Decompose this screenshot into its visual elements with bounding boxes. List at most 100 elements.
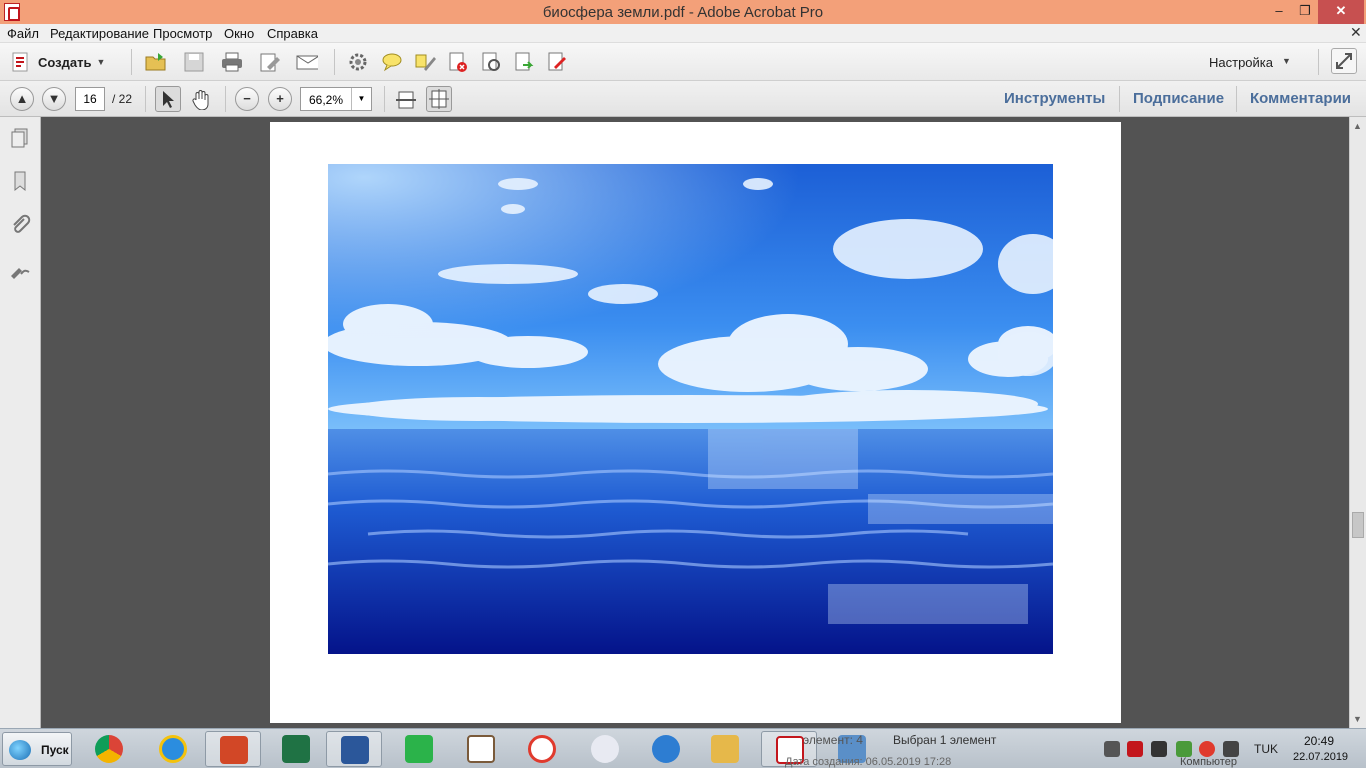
print-icon[interactable]: [220, 51, 242, 73]
chevron-down-icon[interactable]: ▼: [1282, 56, 1291, 66]
attachment-icon[interactable]: [9, 214, 31, 236]
scroll-up-icon[interactable]: ▲: [1353, 121, 1362, 131]
toolbar-divider: [384, 86, 385, 112]
vertical-scrollbar[interactable]: ▲ ▼: [1349, 117, 1366, 728]
taskbar-chrome[interactable]: [81, 731, 137, 767]
create-pdf-icon: [12, 52, 28, 72]
fit-page-button[interactable]: [426, 86, 452, 112]
export-icon[interactable]: [513, 51, 535, 73]
sign-pane-link[interactable]: Подписание: [1133, 90, 1224, 107]
cursor-icon: [163, 91, 174, 108]
taskbar-word[interactable]: [326, 731, 382, 767]
taskbar-calendar[interactable]: [453, 731, 509, 767]
chevron-down-icon: ▼: [96, 57, 106, 67]
start-label: Пуск: [41, 743, 69, 757]
toolbar-divider: [1318, 49, 1319, 75]
chevron-down-icon[interactable]: ▼: [351, 88, 371, 110]
taskbar-mail[interactable]: [638, 731, 694, 767]
previous-page-button[interactable]: ▲: [10, 87, 34, 111]
title-bar: биосфера земли.pdf - Adobe Acrobat Pro –…: [0, 0, 1366, 24]
hand-tool-icon[interactable]: [189, 88, 211, 110]
zoom-select[interactable]: 66,2% ▼: [300, 87, 372, 111]
fit-page-icon: [429, 89, 449, 109]
toolbar-divider: [1236, 86, 1237, 112]
network-icon[interactable]: [1223, 741, 1239, 757]
window-title: биосфера земли.pdf - Adobe Acrobat Pro: [542, 4, 824, 21]
tools-pane-link[interactable]: Инструменты: [1004, 90, 1105, 107]
taskbar-internet-explorer[interactable]: [145, 731, 201, 767]
ghost-computer: Компьютер: [1180, 756, 1237, 768]
fit-width-icon[interactable]: [394, 88, 416, 110]
taskbar-yandex[interactable]: [514, 731, 570, 767]
clock-time[interactable]: 20:49: [1304, 734, 1334, 748]
menu-edit[interactable]: Редактирование: [50, 26, 149, 41]
yandex-tray-icon[interactable]: [1199, 741, 1215, 757]
save-icon[interactable]: [183, 51, 205, 73]
menu-view[interactable]: Просмотр: [153, 26, 212, 41]
document-viewport[interactable]: [41, 117, 1349, 728]
ghost-date: Дата создания: 06.05.2019 17:28: [785, 756, 952, 768]
bookmark-icon[interactable]: [9, 170, 31, 192]
gear-icon[interactable]: [347, 51, 369, 73]
menu-help[interactable]: Справка: [267, 26, 318, 41]
close-button[interactable]: ✕: [1318, 0, 1364, 24]
toolbar-divider: [1119, 86, 1120, 112]
tray-app-icon[interactable]: [1127, 741, 1143, 757]
navigation-toolbar: ▲ ▼ 16 / 22 − + 66,2% ▼ Инструменты Подп…: [0, 81, 1366, 117]
email-icon[interactable]: [296, 51, 318, 73]
edit-document-icon[interactable]: [259, 51, 281, 73]
main-toolbar: Создать ▼ Настройка ▼: [0, 43, 1366, 81]
calendar-321-icon: [467, 735, 495, 763]
airplane-icon[interactable]: [1151, 741, 1167, 757]
start-orb-icon: [9, 740, 31, 760]
ghost-item-count: элемент: 4: [803, 733, 863, 747]
delete-pages-icon[interactable]: [447, 51, 469, 73]
taskbar-powerpoint[interactable]: [205, 731, 261, 767]
zoom-in-button[interactable]: +: [268, 87, 292, 111]
toolbar-divider: [225, 86, 226, 112]
menu-window[interactable]: Окно: [224, 26, 254, 41]
navigation-pane: [0, 117, 41, 728]
create-button[interactable]: Создать ▼: [10, 51, 105, 73]
extract-icon[interactable]: [480, 51, 502, 73]
pages-icon[interactable]: [9, 127, 31, 149]
zoom-value: 66,2%: [309, 93, 344, 107]
page-number-input[interactable]: 16: [75, 87, 105, 111]
customize-label[interactable]: Настройка: [1209, 55, 1273, 70]
shield-icon[interactable]: [1176, 741, 1192, 757]
powerpoint-icon: [220, 736, 248, 764]
menu-file[interactable]: Файл: [7, 26, 39, 41]
next-page-button[interactable]: ▼: [42, 87, 66, 111]
expand-icon: [1336, 53, 1352, 69]
sign-icon[interactable]: [546, 51, 568, 73]
full-screen-button[interactable]: [1331, 48, 1357, 74]
toolbar-divider: [131, 49, 132, 75]
close-document-icon[interactable]: ✕: [1350, 24, 1362, 41]
page-count: / 22: [112, 92, 133, 106]
scroll-down-icon[interactable]: ▼: [1353, 714, 1362, 724]
clock-date[interactable]: 22.07.2019: [1293, 751, 1348, 763]
ghost-selected: Выбран 1 элемент: [893, 733, 997, 747]
menu-bar: Файл Редактирование Просмотр Окно Справк…: [0, 24, 1366, 43]
taskbar: Пуск элемент: 4 Выбран 1 элемент Дата со…: [0, 728, 1366, 768]
open-folder-icon[interactable]: [144, 51, 166, 73]
taskbar-excel[interactable]: [268, 731, 324, 767]
taskbar-store[interactable]: [391, 731, 447, 767]
comment-bubble-icon[interactable]: [381, 51, 403, 73]
select-tool-button[interactable]: [155, 86, 181, 112]
comments-pane-link[interactable]: Комментарии: [1250, 90, 1351, 107]
signature-icon[interactable]: [9, 258, 31, 280]
start-button[interactable]: Пуск: [2, 732, 72, 766]
highlighter-icon[interactable]: [414, 51, 436, 73]
taskbar-file-explorer[interactable]: [697, 731, 753, 767]
store-icon: [405, 735, 433, 763]
excel-icon: [282, 735, 310, 763]
language-indicator[interactable]: TUK: [1254, 742, 1278, 756]
word-icon: [341, 736, 369, 764]
restore-button[interactable]: ❐: [1290, 0, 1320, 24]
file-explorer-icon: [711, 735, 739, 763]
scroll-thumb[interactable]: [1352, 512, 1364, 538]
volume-icon[interactable]: [1104, 741, 1120, 757]
zoom-out-button[interactable]: −: [235, 87, 259, 111]
taskbar-scissors[interactable]: [577, 731, 633, 767]
